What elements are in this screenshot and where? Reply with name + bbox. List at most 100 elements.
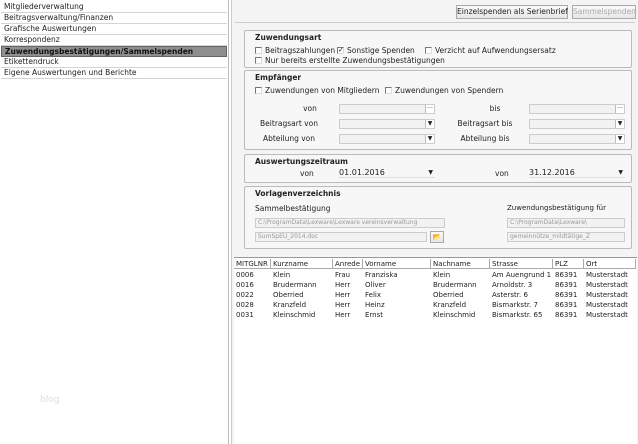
von-label: von	[303, 104, 317, 113]
beitragsart-bis-label: Beitragsart bis	[457, 119, 513, 128]
ellipsis-icon[interactable]: ···	[615, 105, 624, 113]
table-cell[interactable]: Herr	[333, 290, 363, 300]
table-cell[interactable]: 0016	[234, 280, 271, 290]
checkbox-option[interactable]: Beitragszahlungen	[255, 46, 335, 55]
table-cell[interactable]: Musterstadt	[584, 310, 636, 320]
main-panel: Einzelspenden als Serienbrief Sammelspen…	[231, 0, 638, 444]
beitragsart-von-label: Beitragsart von	[260, 119, 318, 128]
group-title: Zuwendungsart	[255, 33, 322, 42]
sidebar-item[interactable]: Grafische Auswertungen	[1, 24, 227, 35]
ellipsis-icon[interactable]: ···	[425, 105, 434, 113]
group-title: Empfänger	[255, 73, 302, 82]
table-cell[interactable]: Herr	[333, 280, 363, 290]
table-cell[interactable]: Brudermann	[431, 280, 490, 290]
checkbox-label: Beitragszahlungen	[265, 46, 336, 55]
group-vorlagen: Vorlagenverzeichnis Sammelbestätigung C:…	[244, 186, 632, 249]
checkbox-option[interactable]: ✓ Sonstige Spenden	[337, 46, 415, 55]
date-von-picker[interactable]: 01.01.2016 ▼	[339, 168, 435, 178]
sidebar-item[interactable]: Eigene Auswertungen und Berichte	[1, 68, 227, 79]
bis-label: von	[495, 169, 509, 178]
table-cell[interactable]: Kranzfeld	[271, 300, 333, 310]
abteilung-bis-select[interactable]: ▼	[529, 134, 625, 144]
table-cell[interactable]: Herr	[333, 300, 363, 310]
table-cell[interactable]: Franziska	[363, 270, 431, 280]
table-cell[interactable]: Arnoldstr. 3	[490, 280, 553, 290]
bis-field[interactable]: ···	[529, 104, 625, 114]
column-header[interactable]: MITGLNR	[234, 259, 271, 269]
column-header[interactable]: Ort	[584, 259, 636, 269]
checkbox-spender[interactable]: Zuwendungen von Spendern	[385, 86, 503, 95]
table-cell[interactable]: 86391	[553, 310, 584, 320]
table-cell[interactable]: Musterstadt	[584, 300, 636, 310]
table-cell[interactable]: Bismarkstr. 65	[490, 310, 553, 320]
checkbox-option[interactable]: Nur bereits erstellte Zuwendungsbestätig…	[255, 56, 445, 65]
table-cell[interactable]: Kleinschmid	[431, 310, 490, 320]
table-cell[interactable]: Kranzfeld	[431, 300, 490, 310]
folder-open-icon[interactable]: 📂	[430, 231, 444, 243]
checkbox-label: Zuwendungen von Mitgliedern	[265, 86, 380, 95]
table-cell[interactable]: Musterstadt	[584, 290, 636, 300]
beitragsart-von-select[interactable]: ▼	[339, 119, 435, 129]
sidebar-item[interactable]: Korrespondenz	[1, 35, 227, 46]
table-cell[interactable]: Kleinschmid	[271, 310, 333, 320]
abteilung-von-select[interactable]: ▼	[339, 134, 435, 144]
table-cell[interactable]: 0031	[234, 310, 271, 320]
table-cell[interactable]: Am Auengrund 1	[490, 270, 553, 280]
group-zeitraum: Auswertungszeitraum von 01.01.2016 ▼ von …	[244, 154, 632, 183]
column-header[interactable]: Kurzname	[271, 259, 333, 269]
table-cell[interactable]: Frau	[333, 270, 363, 280]
members-table: MITGLNR Kurzname Anrede Vorname Nachname Stra…	[234, 257, 637, 444]
von-label: von	[300, 169, 314, 178]
von-field[interactable]: ···	[339, 104, 435, 114]
table-cell[interactable]: 86391	[553, 270, 584, 280]
table-cell[interactable]: Brudermann	[271, 280, 333, 290]
chevron-down-icon: ▼	[428, 169, 433, 176]
sidebar-item[interactable]: Beitragsverwaltung/Finanzen	[1, 13, 227, 24]
column-header[interactable]: Anrede	[333, 259, 363, 269]
column-header[interactable]: PLZ	[553, 259, 584, 269]
checkbox-label: Sonstige Spenden	[347, 46, 415, 55]
table-cell[interactable]: Heinz	[363, 300, 431, 310]
table-cell[interactable]: Herr	[333, 310, 363, 320]
table-cell[interactable]: Oberried	[271, 290, 333, 300]
table-cell[interactable]: 0006	[234, 270, 271, 280]
date-bis-picker[interactable]: 31.12.2016 ▼	[529, 168, 625, 178]
column-header[interactable]: Vorname	[363, 259, 431, 269]
checkbox-icon	[255, 47, 262, 54]
zuw-path-field[interactable]: C:\ProgramData\Lexware\	[507, 218, 625, 228]
table-cell[interactable]: Klein	[271, 270, 333, 280]
column-header[interactable]: Nachname	[431, 259, 490, 269]
table-cell[interactable]: Oliver	[363, 280, 431, 290]
column-header[interactable]: Strasse	[490, 259, 553, 269]
sammel-path-field[interactable]: C:\ProgramData\Lexware\Lexware vereinsve…	[255, 218, 445, 228]
table-cell[interactable]: 86391	[553, 280, 584, 290]
zuw-label: Zuwendungsbestätigung für	[507, 204, 606, 212]
table-cell[interactable]: Asterstr. 6	[490, 290, 553, 300]
sidebar-item[interactable]: Mitgliederverwaltung	[1, 2, 227, 13]
sidebar-nav: Mitgliederverwaltung Beitragsverwaltung/F…	[0, 0, 229, 444]
table-cell[interactable]: Felix	[363, 290, 431, 300]
table-cell[interactable]: 86391	[553, 290, 584, 300]
checkbox-option[interactable]: Verzicht auf Aufwendungsersatz	[425, 46, 556, 55]
sidebar-item[interactable]: Zuwendungsbestätigungen/Sammelspenden	[1, 46, 227, 57]
table-cell[interactable]: Ernst	[363, 310, 431, 320]
table-cell[interactable]: 0022	[234, 290, 271, 300]
sammel-file-field[interactable]: SumSpEU_2014.doc	[255, 232, 427, 242]
checkbox-label: Verzicht auf Aufwendungsersatz	[435, 46, 556, 55]
checkbox-icon	[425, 47, 432, 54]
beitragsart-bis-select[interactable]: ▼	[529, 119, 625, 129]
zuw-file-field[interactable]: gemeinnütze_mildtätige_Z	[507, 232, 625, 242]
table-cell[interactable]: 86391	[553, 300, 584, 310]
table-cell[interactable]: 0028	[234, 300, 271, 310]
serienbrief-button[interactable]: Einzelspenden als Serienbrief	[456, 5, 568, 19]
checkbox-mitglieder[interactable]: Zuwendungen von Mitgliedern	[255, 86, 379, 95]
group-empfaenger: Empfänger Zuwendungen von Mitgliedern Zu…	[244, 70, 632, 150]
sammelspenden-button[interactable]: Sammelspenden	[572, 5, 636, 19]
table-cell[interactable]: Klein	[431, 270, 490, 280]
watermark: blog	[40, 395, 60, 405]
sidebar-item[interactable]: Etikettendruck	[1, 57, 227, 68]
table-cell[interactable]: Musterstadt	[584, 280, 636, 290]
table-cell[interactable]: Musterstadt	[584, 270, 636, 280]
table-cell[interactable]: Oberried	[431, 290, 490, 300]
table-cell[interactable]: Bismarkstr. 7	[490, 300, 553, 310]
